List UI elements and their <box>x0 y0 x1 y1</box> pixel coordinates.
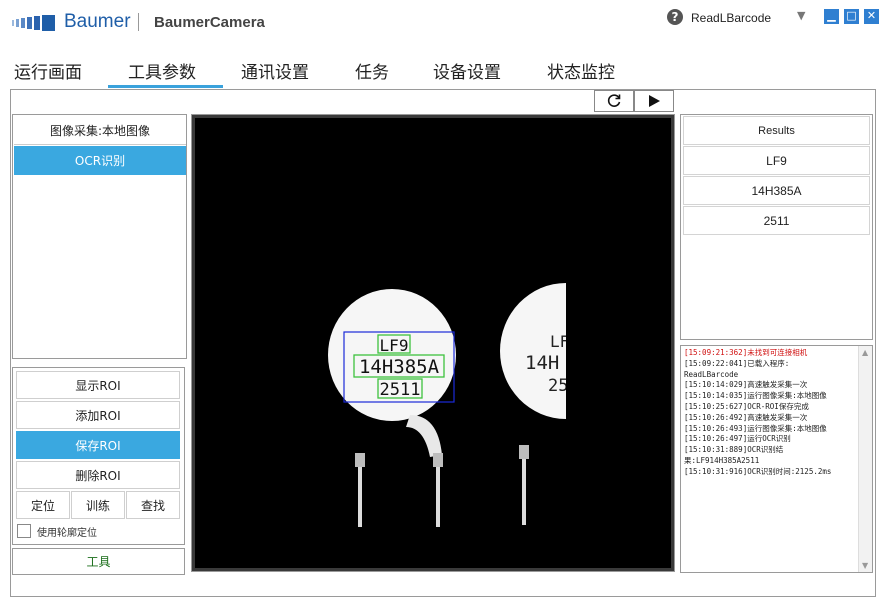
train-button[interactable]: 训练 <box>71 491 125 519</box>
refresh-icon <box>607 94 621 107</box>
step-list: 图像采集:本地图像 OCR识别 <box>12 114 187 359</box>
log-scrollbar[interactable]: ▲ ▼ <box>858 346 872 572</box>
title-separator <box>138 13 139 31</box>
maximize-button[interactable]: □ <box>844 9 859 24</box>
play-icon <box>649 95 660 107</box>
save-roi-button[interactable]: 保存ROI <box>16 431 180 459</box>
log-line: [15:10:25:627]OCR-ROI保存完成 <box>684 401 809 411</box>
active-tab-indicator <box>108 85 223 88</box>
refresh-button[interactable] <box>594 90 634 112</box>
log-line: [15:10:26:497]运行OCR识别 <box>684 434 791 444</box>
tab-run-view[interactable]: 运行画面 <box>14 58 82 83</box>
log-line: [15:10:31:889]OCR识别结 <box>684 445 784 455</box>
log-line: [15:09:22:041]已载入程序: <box>684 358 790 368</box>
tab-comm-settings[interactable]: 通讯设置 <box>241 58 309 83</box>
minimize-button[interactable]: ▁ <box>824 9 839 24</box>
camera-image: LF9 14H385A 2511 LF 14H 25 <box>195 118 671 568</box>
app-title: BaumerCamera <box>154 14 265 31</box>
run-button[interactable] <box>634 90 674 112</box>
contour-locate-label: 使用轮廓定位 <box>37 528 97 539</box>
log-panel[interactable]: [15:09:21:362]未找到可连接相机 [15:09:22:041]已载入… <box>680 345 873 573</box>
delete-roi-button[interactable]: 删除ROI <box>16 461 180 489</box>
tab-device-settings[interactable]: 设备设置 <box>433 58 501 83</box>
scroll-up-icon[interactable]: ▲ <box>862 348 868 357</box>
log-line: [15:10:14:035]运行图像采集:本地图像 <box>684 391 827 401</box>
add-roi-button[interactable]: 添加ROI <box>16 401 180 429</box>
tools-button[interactable]: 工具 <box>12 548 185 575</box>
scroll-down-icon[interactable]: ▼ <box>862 561 868 570</box>
tab-status-monitor[interactable]: 状态监控 <box>547 58 615 83</box>
locate-button[interactable]: 定位 <box>16 491 70 519</box>
log-line: [15:10:31:916]OCR识别时间:2125.2ms <box>684 466 832 476</box>
log-line: 果:LF914H385A2511 <box>684 455 760 465</box>
find-button[interactable]: 查找 <box>126 491 180 519</box>
ocr-line-3: 2511 <box>380 380 421 400</box>
program-name[interactable]: ReadLBarcode <box>691 11 771 25</box>
show-roi-button[interactable]: 显示ROI <box>16 371 180 399</box>
log-line: [15:10:26:492]高速触发采集一次 <box>684 412 808 422</box>
log-line: [15:10:14:029]高速触发采集一次 <box>684 380 808 390</box>
image-viewer[interactable]: LF9 14H385A 2511 LF 14H 25 <box>191 114 675 572</box>
brand-name: Baumer <box>64 11 131 32</box>
help-icon[interactable]: ? <box>667 9 683 25</box>
contour-locate-checkbox[interactable] <box>17 524 31 538</box>
result-row[interactable]: 2511 <box>683 206 870 235</box>
result-row[interactable]: LF9 <box>683 146 870 175</box>
roi-panel: 显示ROI 添加ROI 保存ROI 删除ROI 定位 训练 查找 使用轮廓定位 <box>12 367 185 545</box>
partial-line-2: 14H <box>525 352 559 374</box>
tab-tool-params[interactable]: 工具参数 <box>128 58 196 83</box>
log-line: [15:10:26:493]运行图像采集:本地图像 <box>684 423 827 433</box>
baumer-logo-icon <box>12 14 56 32</box>
step-ocr[interactable]: OCR识别 <box>14 146 186 175</box>
chevron-down-icon[interactable]: ▼ <box>797 9 805 22</box>
ocr-line-2: 14H385A <box>359 356 440 378</box>
log-line: ReadLBarcode <box>684 369 739 379</box>
ocr-line-1: LF9 <box>380 336 409 355</box>
log-line: [15:09:21:362]未找到可连接相机 <box>684 348 808 357</box>
partial-line-3: 25 <box>548 376 568 396</box>
result-row[interactable]: 14H385A <box>683 176 870 205</box>
tab-tasks[interactable]: 任务 <box>355 58 389 83</box>
step-image-acquisition[interactable]: 图像采集:本地图像 <box>14 116 186 145</box>
results-header: Results <box>683 116 870 145</box>
results-panel: Results LF9 14H385A 2511 <box>680 114 873 340</box>
log-lines: [15:09:21:362]未找到可连接相机 [15:09:22:041]已载入… <box>684 348 856 478</box>
close-button[interactable]: ✕ <box>864 9 879 24</box>
